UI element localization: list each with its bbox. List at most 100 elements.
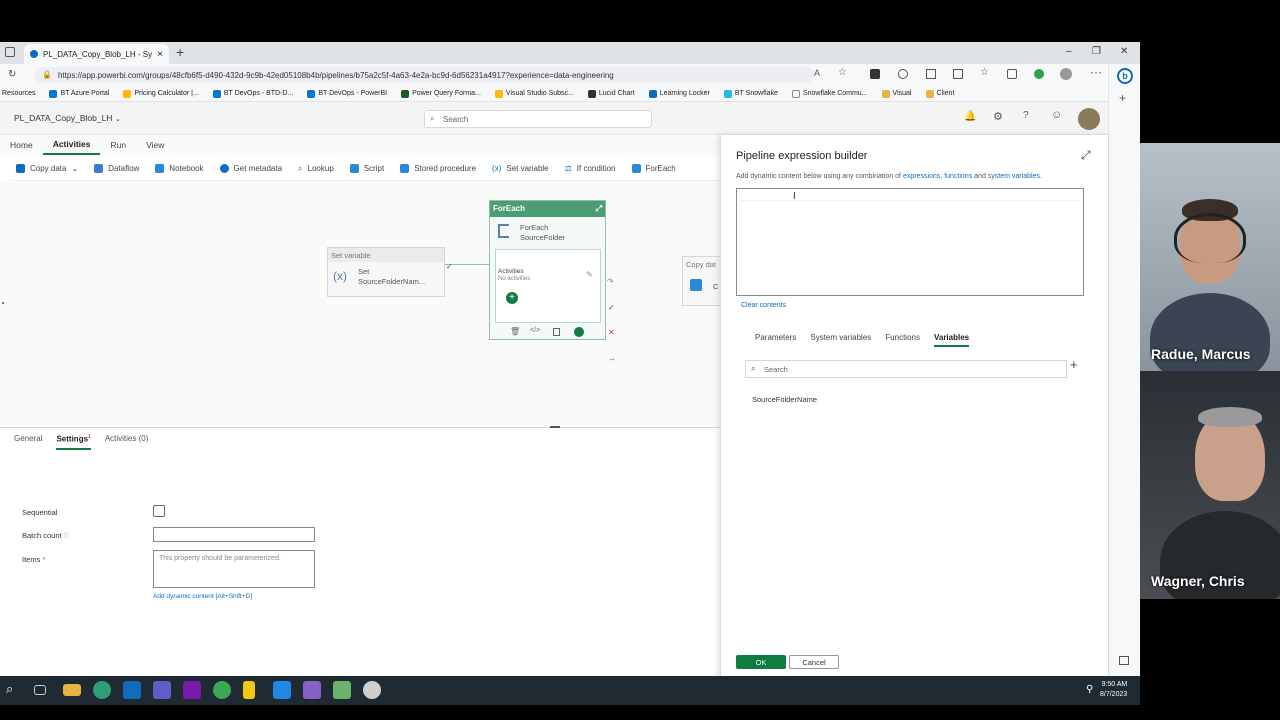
extension-icon[interactable] (870, 69, 880, 79)
favorite-link[interactable]: BT DevOps - PowerBI (307, 89, 387, 98)
task-view-icon[interactable] (34, 685, 46, 695)
tab-settings[interactable]: Settings1 (56, 434, 91, 450)
teams-icon[interactable] (153, 681, 171, 699)
tab-activities[interactable]: Activities (0) (105, 434, 149, 450)
add-sidebar-icon[interactable]: + (1119, 91, 1126, 105)
foreach-activity[interactable]: ForEach ⤢ ForEach SourceFolder Activities… (489, 200, 606, 340)
if-condition-button[interactable]: ⚖ If condition (565, 164, 616, 173)
add-activity-icon[interactable]: + (506, 292, 518, 304)
lookup-button[interactable]: ⌕ Lookup (298, 164, 334, 174)
expand-icon[interactable]: ⤢ (1081, 148, 1091, 163)
app-search-input[interactable]: ⌕ Search (424, 110, 652, 128)
hide-sidebar-icon[interactable] (1119, 656, 1129, 665)
extension-icon[interactable] (898, 69, 908, 79)
tab-home[interactable]: Home (0, 135, 43, 155)
visual-studio-icon[interactable] (303, 681, 321, 699)
pipeline-name[interactable]: PL_DATA_Copy_Blob_LH ⌄ (14, 113, 121, 123)
browser-tab[interactable]: PL_DATA_Copy_Blob_LH - Synaps × (24, 44, 169, 64)
browser-essentials-icon[interactable] (1034, 69, 1044, 79)
favorite-star-icon[interactable]: ☆ (838, 67, 847, 78)
delete-icon[interactable]: 🗑 (510, 327, 520, 336)
tab-run[interactable]: Run (100, 135, 136, 155)
app-icon[interactable] (363, 681, 381, 699)
settings-gear-icon[interactable]: ⚙ (993, 110, 1003, 123)
bing-chat-icon[interactable]: b (1117, 68, 1133, 84)
tab-view[interactable]: View (136, 135, 174, 155)
expressions-link[interactable]: expressions (903, 173, 940, 180)
set-variable-button[interactable]: (x) Set variable (492, 164, 549, 173)
system-clock[interactable]: 9:50 AM 8/7/2023 (1100, 680, 1127, 700)
add-output-icon[interactable] (574, 327, 584, 337)
minimize-button[interactable]: – (1066, 46, 1072, 57)
favorite-link[interactable]: BT Snowflake (723, 89, 778, 98)
tab-parameters[interactable]: Parameters (755, 333, 796, 347)
clear-contents-link[interactable]: Clear contents (741, 302, 786, 309)
url-field[interactable]: 🔒 https://app.powerbi.com/groups/48cfb6f… (34, 67, 814, 83)
edit-pencil-icon[interactable]: ✎ (586, 270, 593, 279)
maximize-button[interactable]: ❐ (1092, 46, 1101, 57)
skip-output-icon[interactable]: ↷ (607, 277, 614, 286)
code-icon[interactable]: </> (530, 327, 540, 334)
expand-icon[interactable]: ⤢ (596, 204, 602, 214)
add-dynamic-content-link[interactable]: Add dynamic content [Alt+Shift+D] (153, 593, 252, 600)
vscode-icon[interactable] (273, 681, 291, 699)
favorite-link[interactable]: BT DevOps - BTD-D... (212, 89, 293, 98)
read-aloud-icon[interactable]: A (814, 68, 820, 78)
tab-general[interactable]: General (14, 434, 42, 450)
functions-link[interactable]: functions (944, 173, 972, 180)
outlook-icon[interactable] (123, 681, 141, 699)
completion-output-icon[interactable]: → (608, 354, 616, 363)
app-icon[interactable] (213, 681, 231, 699)
ok-button[interactable]: OK (736, 655, 786, 669)
tab-actions-icon[interactable] (5, 47, 15, 57)
help-icon[interactable]: ? (1023, 110, 1029, 121)
tab-variables[interactable]: Variables (933, 333, 970, 347)
close-window-button[interactable]: ✕ (1120, 46, 1128, 57)
dataflow-button[interactable]: Dataflow (94, 164, 139, 173)
collections-icon[interactable] (1007, 69, 1017, 79)
tab-close-icon[interactable]: × (157, 49, 163, 60)
sequential-checkbox[interactable] (153, 505, 165, 517)
refresh-icon[interactable]: ↻ (8, 69, 16, 80)
notifications-bell-icon[interactable]: 🔔 (964, 111, 976, 122)
tab-system-variables[interactable]: System variables (810, 333, 871, 347)
more-options-icon[interactable]: ··· (1090, 65, 1102, 79)
copy-data-button[interactable]: Copy data ⌄ (16, 164, 78, 173)
power-bi-icon[interactable] (243, 681, 255, 699)
notepad-icon[interactable] (333, 681, 351, 699)
edge-icon[interactable] (93, 681, 111, 699)
set-variable-activity[interactable]: Set variable (x) Set SourceFolderNam... (327, 247, 445, 297)
failure-output-icon[interactable]: ✕ (608, 328, 615, 337)
success-output-icon[interactable]: ✓ (608, 303, 615, 312)
network-icon[interactable]: ⚲ (1086, 684, 1093, 695)
script-button[interactable]: Script (349, 164, 384, 173)
new-tab-button[interactable]: + (176, 44, 184, 60)
batch-count-input[interactable] (153, 527, 315, 542)
variable-list-item[interactable]: SourceFolderName (752, 395, 817, 404)
favorite-link[interactable]: Power Query Forma... (401, 89, 481, 98)
favorite-link[interactable]: Learning Locker (648, 89, 710, 98)
expression-editor[interactable]: I (736, 188, 1084, 296)
onenote-icon[interactable] (183, 681, 201, 699)
favorite-link[interactable]: Visual Studio Subsc... (494, 89, 574, 98)
favorite-folder[interactable]: Client (925, 89, 954, 98)
system-variables-link[interactable]: system variables (988, 173, 1040, 180)
cancel-button[interactable]: Cancel (789, 655, 839, 669)
notebook-button[interactable]: Notebook (155, 164, 204, 173)
foreach-button[interactable]: ForEach (631, 164, 676, 173)
search-icon[interactable]: ⌕ (6, 681, 13, 697)
tab-activities[interactable]: Activities (42, 135, 101, 155)
file-explorer-icon[interactable] (63, 684, 81, 696)
favorite-link[interactable]: Snowflake Commu... (791, 89, 868, 98)
copy-icon[interactable] (553, 328, 560, 336)
tab-functions[interactable]: Functions (885, 333, 920, 347)
favorite-link[interactable]: Pricing Calculator |... (123, 89, 199, 98)
favorites-icon[interactable]: ☆ (980, 67, 989, 78)
favorite-link[interactable]: Lucid Chart (587, 89, 635, 98)
stored-procedure-button[interactable]: Stored procedure (400, 164, 476, 173)
user-avatar[interactable] (1078, 108, 1100, 130)
copy-data-activity[interactable]: Copy dat C (682, 256, 722, 306)
feedback-smiley-icon[interactable]: ☺ (1051, 109, 1062, 121)
items-textarea[interactable]: This property should be parameterized. (153, 550, 315, 588)
favorite-link[interactable]: Resources (2, 90, 35, 97)
